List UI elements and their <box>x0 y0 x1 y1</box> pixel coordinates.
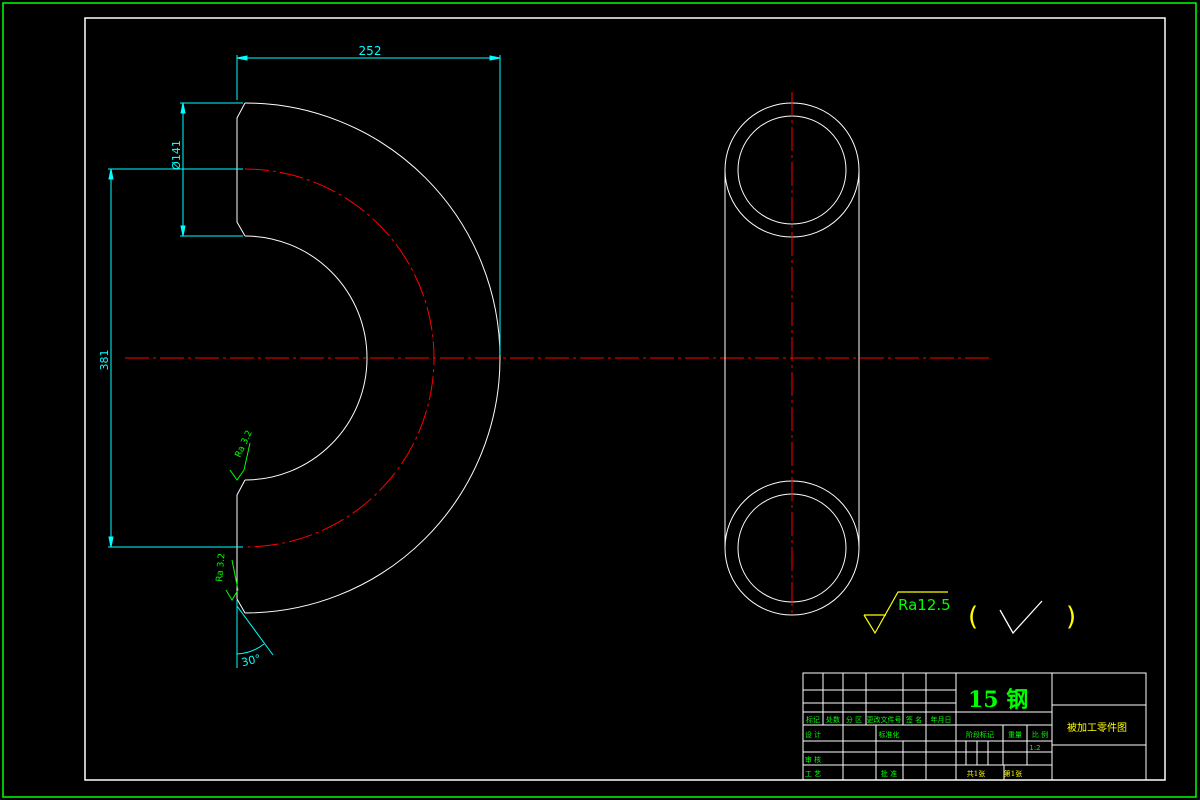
tb-sheets-total: 共1张 <box>967 769 985 778</box>
dim-height-text: 381 <box>98 350 111 371</box>
tb-sign: 签 名 <box>906 715 922 724</box>
tb-count: 处数 <box>826 715 840 724</box>
tb-approve: 批 准 <box>881 769 897 778</box>
dim-angle-text: 30° <box>240 652 262 669</box>
drawing-title-text: 被加工零件图 <box>1067 721 1127 734</box>
roughness-outer-text: Ra 3.2 <box>215 553 227 583</box>
material-text: 15 钢 <box>968 687 1028 713</box>
tb-scale-label: 比 例 <box>1032 730 1048 739</box>
outer-frame <box>2 2 1197 798</box>
check-mark <box>999 600 1043 635</box>
front-view <box>125 102 992 614</box>
tb-scale-value: 1:2 <box>1029 744 1040 752</box>
tb-standardize: 标准化 <box>879 730 900 739</box>
general-roughness-text: Ra12.5 <box>898 596 951 614</box>
paren-open: ( <box>968 602 978 632</box>
paren-close: ) <box>1066 602 1076 632</box>
tb-mark: 标记 <box>806 715 820 724</box>
tb-design: 设 计 <box>805 730 821 739</box>
dimensions <box>108 55 501 668</box>
roughness-marks <box>225 442 251 601</box>
tb-date: 年月日 <box>931 715 952 724</box>
tb-sheet-no: 第1张 <box>1004 769 1022 778</box>
dim-diameter-text: Ø141 <box>170 140 183 170</box>
tb-weight: 重量 <box>1008 731 1022 739</box>
cad-drawing: 252 Ø141 381 30° Ra 3.2 Ra 3.2 Ra12.5 ( … <box>2 2 1197 798</box>
tb-review: 审 核 <box>805 755 821 764</box>
tb-change-doc: 更改文件号 <box>867 715 902 724</box>
tb-zone: 分 区 <box>846 715 862 724</box>
tb-process: 工 艺 <box>805 770 821 778</box>
dim-width-text: 252 <box>359 44 382 58</box>
roughness-inner-text: Ra 3.2 <box>234 429 255 459</box>
tb-stage-mark: 阶段标记 <box>966 730 994 739</box>
